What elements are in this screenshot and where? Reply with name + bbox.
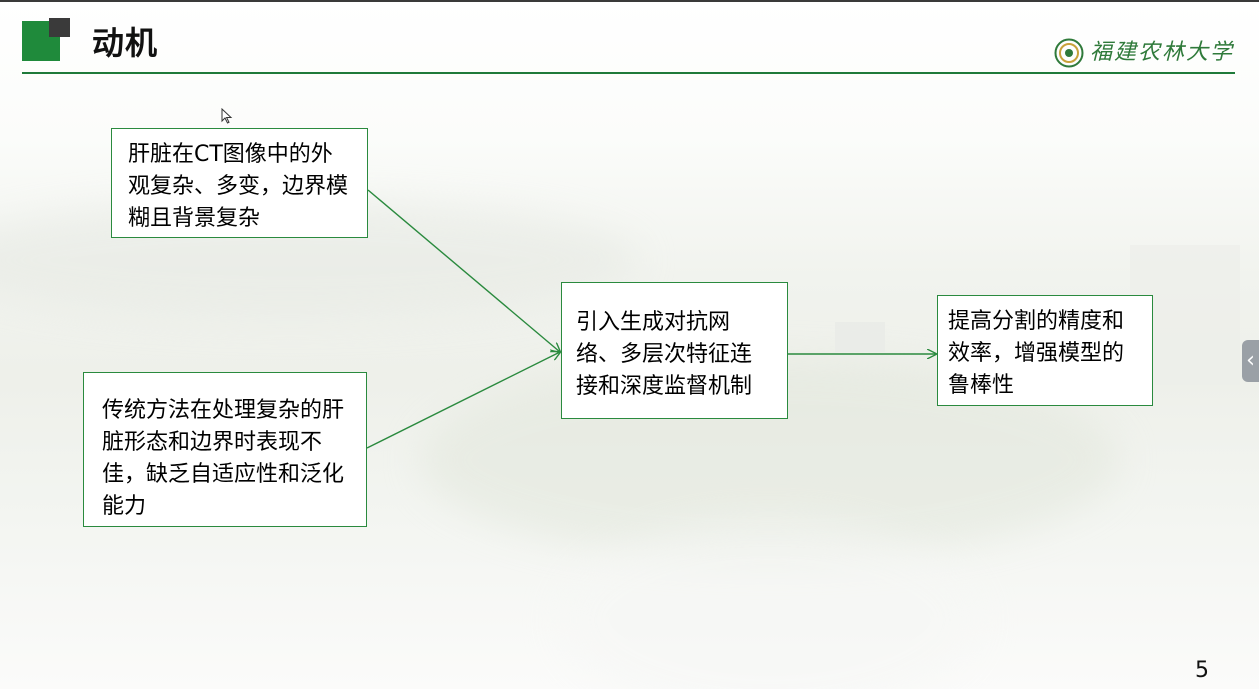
presentation-slide: 动机 福建农林大学 肝脏在CT图像中的外观复杂、多变，边界模糊且背景复杂 传统方…: [0, 0, 1259, 689]
box-problem-appearance: 肝脏在CT图像中的外观复杂、多变，边界模糊且背景复杂: [111, 128, 368, 238]
arrow-appearance-to-method: [367, 189, 560, 352]
chevron-left-icon: ‹: [1246, 348, 1255, 373]
arrow-traditional-to-method: [366, 352, 560, 449]
page-number: 5: [1195, 658, 1209, 683]
box-goal: 提高分割的精度和效率，增强模型的鲁棒性: [937, 295, 1153, 406]
side-panel-toggle-button[interactable]: ‹: [1242, 340, 1259, 382]
box-problem-traditional: 传统方法在处理复杂的肝脏形态和边界时表现不佳，缺乏自适应性和泛化能力: [83, 372, 367, 527]
box-method: 引入生成对抗网络、多层次特征连接和深度监督机制: [561, 282, 788, 419]
